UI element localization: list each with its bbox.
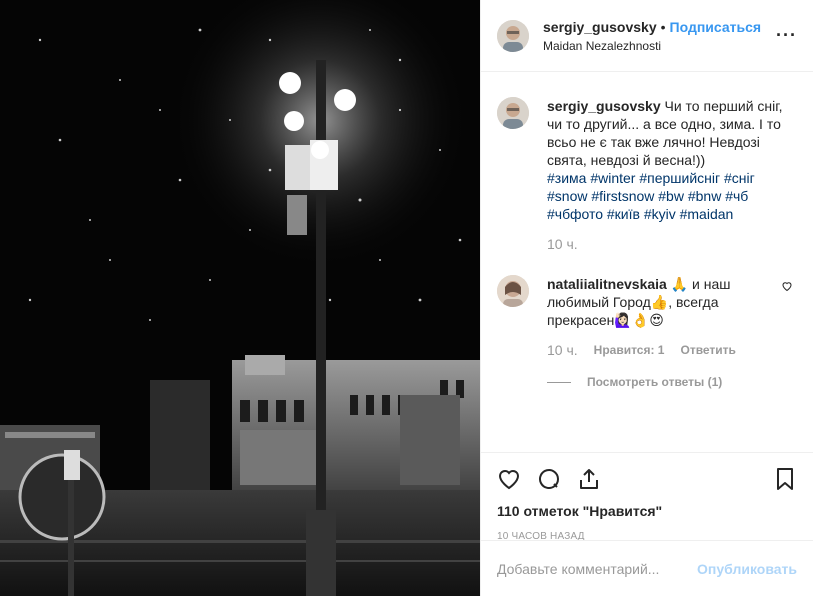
comment-item: nataliialitnevskaia 🙏 и наш любимый Горо… xyxy=(497,275,797,391)
view-replies-label: Посмотреть ответы (1) xyxy=(587,375,723,389)
add-comment-bar: Опубликовать xyxy=(481,540,813,596)
publish-button[interactable]: Опубликовать xyxy=(697,561,797,577)
header-text: sergiy_gusovsky • Подписаться Maidan Nez… xyxy=(543,19,776,53)
caption-body: sergiy_gusovsky Чи то перший сніг, чи то… xyxy=(547,97,797,253)
post-header: sergiy_gusovsky • Подписаться Maidan Nez… xyxy=(481,0,813,72)
separator-dot: • xyxy=(660,18,666,35)
comment-like-heart-icon[interactable] xyxy=(781,279,793,391)
caption-avatar[interactable] xyxy=(497,97,529,129)
comment-input[interactable] xyxy=(497,560,698,577)
author-avatar[interactable] xyxy=(497,19,529,52)
caption-meta: 10 ч. xyxy=(547,235,797,253)
caption-item: sergiy_gusovsky Чи то перший сніг, чи то… xyxy=(497,97,797,253)
comment-time: 10 ч. xyxy=(547,342,578,358)
likes-count[interactable]: 110 отметок "Нравится" xyxy=(497,503,797,519)
follow-button[interactable]: Подписаться xyxy=(670,19,762,35)
like-heart-icon[interactable] xyxy=(497,467,521,491)
comment-likes[interactable]: Нравится: 1 xyxy=(594,341,665,359)
share-icon[interactable] xyxy=(577,467,601,491)
more-options-icon[interactable]: ··· xyxy=(776,25,797,46)
comment-meta: 10 ч. Нравится: 1 Ответить xyxy=(547,341,757,359)
view-replies[interactable]: Посмотреть ответы (1) xyxy=(547,373,757,391)
reply-button[interactable]: Ответить xyxy=(680,341,735,359)
commenter-avatar[interactable] xyxy=(497,275,529,307)
bookmark-icon[interactable] xyxy=(773,467,797,491)
post-actions: 110 отметок "Нравится" 10 ЧАСОВ НАЗАД xyxy=(481,452,813,542)
comment-body: nataliialitnevskaia 🙏 и наш любимый Горо… xyxy=(547,275,757,391)
comment-author[interactable]: nataliialitnevskaia xyxy=(547,276,667,292)
caption-author[interactable]: sergiy_gusovsky xyxy=(547,98,661,114)
header-row: sergiy_gusovsky • Подписаться xyxy=(543,19,776,35)
replies-line xyxy=(547,381,571,383)
caption-hashtags[interactable]: #зима #winter #першийсніг #сніг #snow #f… xyxy=(547,169,797,223)
action-icons xyxy=(497,459,797,499)
comments-section: sergiy_gusovsky Чи то перший сніг, чи то… xyxy=(481,73,813,451)
post-side-panel: sergiy_gusovsky • Подписаться Maidan Nez… xyxy=(480,0,813,596)
post-photo[interactable] xyxy=(0,0,480,596)
comment-bubble-icon[interactable] xyxy=(537,467,561,491)
caption-time: 10 ч. xyxy=(547,236,578,252)
night-street-photo xyxy=(0,0,480,596)
instagram-post: sergiy_gusovsky • Подписаться Maidan Nez… xyxy=(0,0,813,596)
location-link[interactable]: Maidan Nezalezhnosti xyxy=(543,39,776,53)
author-username[interactable]: sergiy_gusovsky xyxy=(543,19,657,35)
